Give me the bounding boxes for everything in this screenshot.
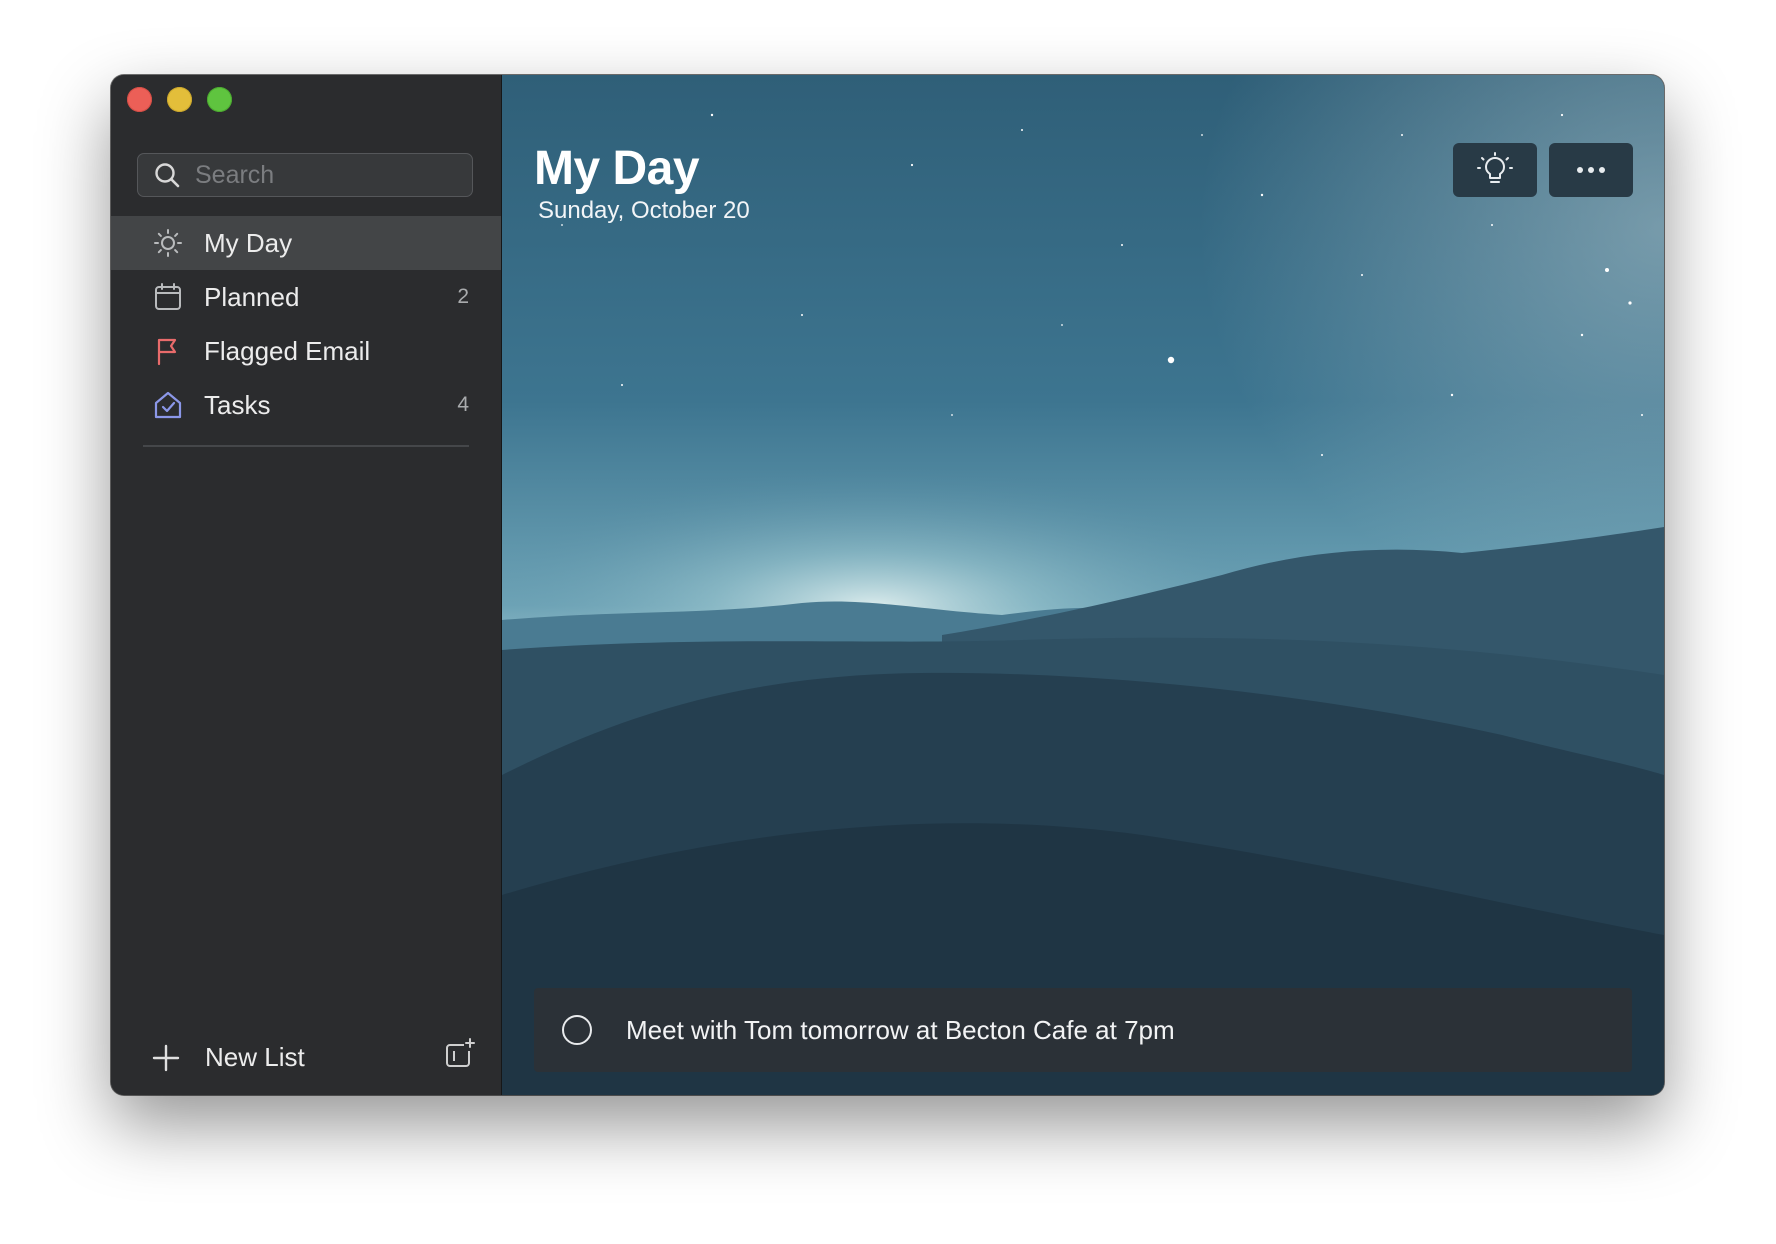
plus-icon bbox=[152, 1044, 180, 1071]
item-count: 2 bbox=[457, 285, 469, 308]
main-pane: My Day Sunday, October 20 Meet with Tom … bbox=[502, 75, 1664, 1095]
sidebar-item-label: Planned bbox=[204, 281, 300, 312]
minimize-window-button[interactable] bbox=[167, 87, 192, 112]
new-group-icon[interactable] bbox=[445, 1037, 475, 1069]
zoom-window-button[interactable] bbox=[207, 87, 232, 112]
task-complete-checkbox[interactable] bbox=[562, 1015, 592, 1045]
sidebar-item-planned[interactable]: Planned 2 bbox=[111, 270, 501, 324]
search-input[interactable] bbox=[193, 159, 447, 191]
sidebar-item-label: Flagged Email bbox=[204, 335, 371, 366]
window-controls bbox=[127, 87, 232, 112]
suggestions-button[interactable] bbox=[1453, 143, 1537, 197]
app-window: My Day Planned 2 bbox=[111, 75, 1664, 1095]
search-icon bbox=[155, 163, 180, 188]
sidebar-item-label: Tasks bbox=[204, 389, 271, 420]
page-date: Sunday, October 20 bbox=[538, 197, 750, 224]
lightbulb-icon bbox=[1477, 152, 1513, 183]
page-title: My Day bbox=[534, 142, 700, 195]
sidebar-item-my-day[interactable]: My Day bbox=[111, 216, 501, 270]
sidebar-item-label: My Day bbox=[204, 227, 293, 258]
task-title: Meet with Tom tomorrow at Becton Cafe at… bbox=[626, 1014, 1175, 1045]
sun-icon bbox=[152, 227, 184, 259]
sidebar-item-tasks[interactable]: Tasks 4 bbox=[111, 378, 501, 432]
desert-night-background bbox=[502, 75, 1664, 1095]
new-list-button[interactable]: New List bbox=[151, 1042, 305, 1073]
calendar-icon bbox=[152, 281, 184, 313]
flag-icon bbox=[152, 335, 184, 367]
sidebar-item-flagged-email[interactable]: Flagged Email bbox=[111, 324, 501, 378]
more-icon bbox=[1577, 167, 1605, 173]
sidebar: My Day Planned 2 bbox=[111, 75, 502, 1095]
more-options-button[interactable] bbox=[1549, 143, 1633, 197]
search-box[interactable] bbox=[137, 153, 473, 197]
sidebar-divider bbox=[143, 445, 469, 447]
home-check-icon bbox=[152, 389, 184, 421]
sidebar-nav: My Day Planned 2 Flagged Email Tasks 4 bbox=[111, 216, 501, 432]
task-row[interactable]: Meet with Tom tomorrow at Becton Cafe at… bbox=[534, 988, 1632, 1072]
new-list-label: New List bbox=[205, 1042, 305, 1072]
item-count: 4 bbox=[457, 393, 469, 416]
close-window-button[interactable] bbox=[127, 87, 152, 112]
